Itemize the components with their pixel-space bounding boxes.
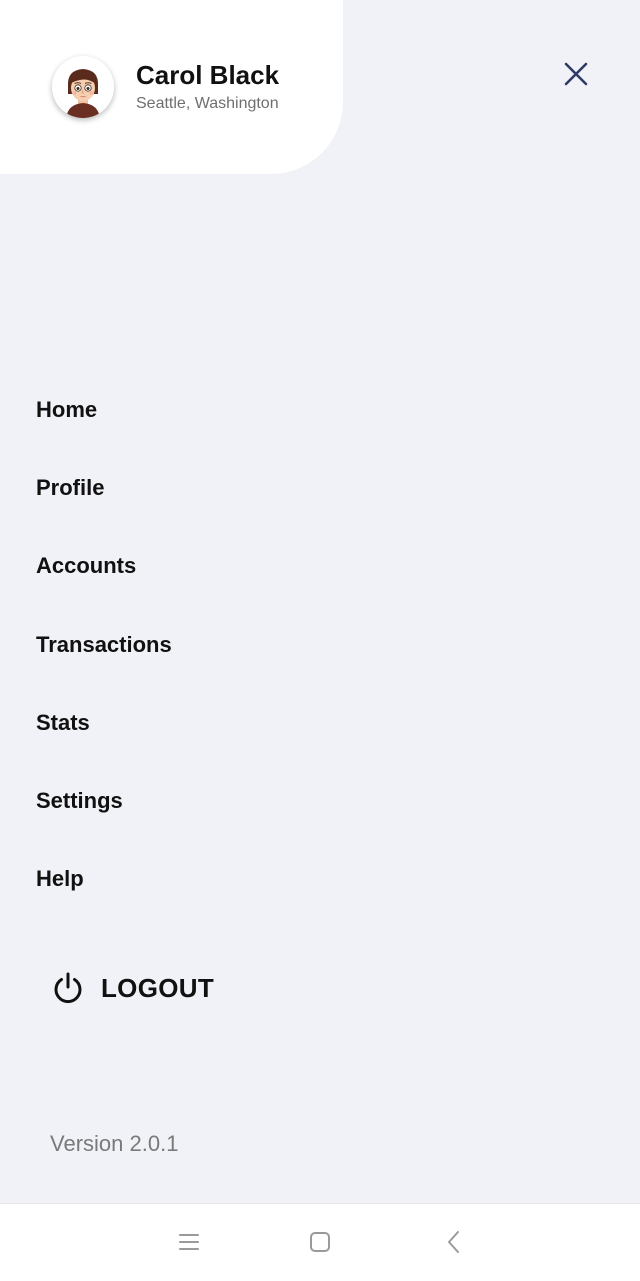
user-name: Carol Black: [136, 60, 280, 90]
menu-item-stats[interactable]: Stats: [36, 703, 172, 781]
close-icon: [564, 62, 588, 86]
user-location: Seattle, Washington: [136, 95, 279, 112]
app-version: Version 2.0.1: [50, 1131, 179, 1156]
power-icon: [54, 972, 82, 1004]
logout-label: LOGOUT: [101, 972, 215, 1003]
menu-item-transactions[interactable]: Transactions: [36, 625, 172, 703]
profile-header-card: Carol Black Seattle, Washington: [0, 0, 343, 174]
menu-item-settings[interactable]: Settings: [36, 781, 172, 859]
back-button[interactable]: [440, 1228, 468, 1256]
avatar-face-icon: [52, 56, 114, 118]
menu-item-accounts[interactable]: Accounts: [36, 546, 172, 624]
menu-item-profile[interactable]: Profile: [36, 468, 172, 546]
recent-apps-button[interactable]: [175, 1228, 203, 1256]
back-chevron-icon: [448, 1231, 459, 1253]
home-square-icon: [310, 1232, 330, 1252]
drawer-menu: Home Profile Accounts Transactions Stats…: [36, 390, 172, 937]
logout-button[interactable]: LOGOUT: [50, 966, 214, 1010]
home-button[interactable]: [306, 1228, 334, 1256]
system-navigation-bar: [0, 1203, 640, 1281]
menu-item-help[interactable]: Help: [36, 859, 172, 937]
menu-item-home[interactable]: Home: [36, 390, 172, 468]
close-button[interactable]: [558, 56, 594, 92]
menu-icon: [179, 1234, 199, 1250]
avatar[interactable]: [52, 56, 114, 118]
